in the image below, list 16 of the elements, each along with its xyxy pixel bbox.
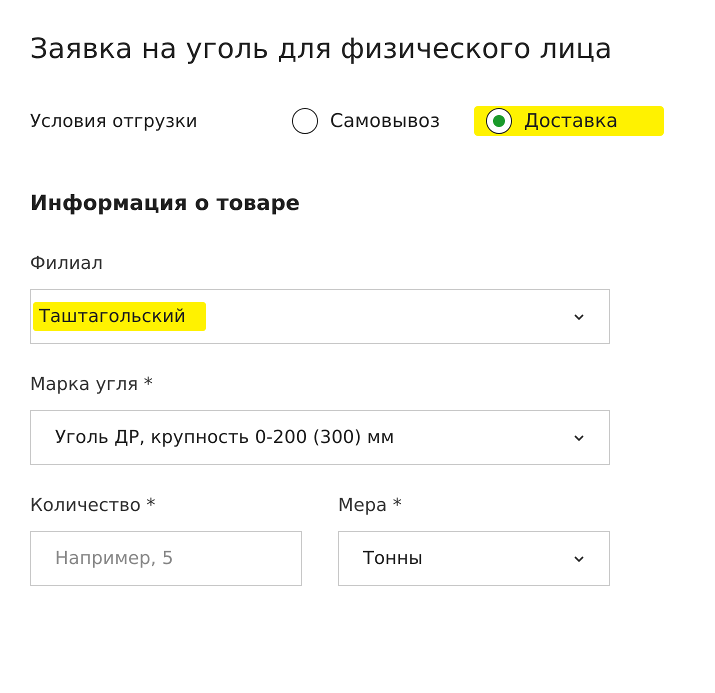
- chevron-down-icon: [573, 554, 585, 562]
- field-label: Условия отгрузки: [30, 110, 198, 132]
- select-field[interactable]: Таштагольский: [30, 289, 610, 344]
- radio-option[interactable]: Самовывоз: [292, 106, 452, 136]
- quantity-input[interactable]: Например, 5: [30, 531, 302, 586]
- select-field[interactable]: Тонны: [338, 531, 610, 586]
- form-title: Заявка на уголь для физического лица: [30, 32, 613, 65]
- field-label: Количество *: [30, 495, 156, 516]
- field-label: Марка угля *: [30, 374, 154, 395]
- highlighted-radio-option[interactable]: Доставка: [474, 106, 664, 136]
- field-label: Мера *: [338, 495, 403, 516]
- section-heading: Информация о товаре: [30, 191, 301, 215]
- chevron-down-icon: [573, 312, 585, 320]
- select-field[interactable]: Уголь ДР, крупность 0-200 (300) мм: [30, 410, 610, 465]
- field-label: Филиал: [30, 253, 104, 274]
- chevron-down-icon: [573, 434, 585, 442]
